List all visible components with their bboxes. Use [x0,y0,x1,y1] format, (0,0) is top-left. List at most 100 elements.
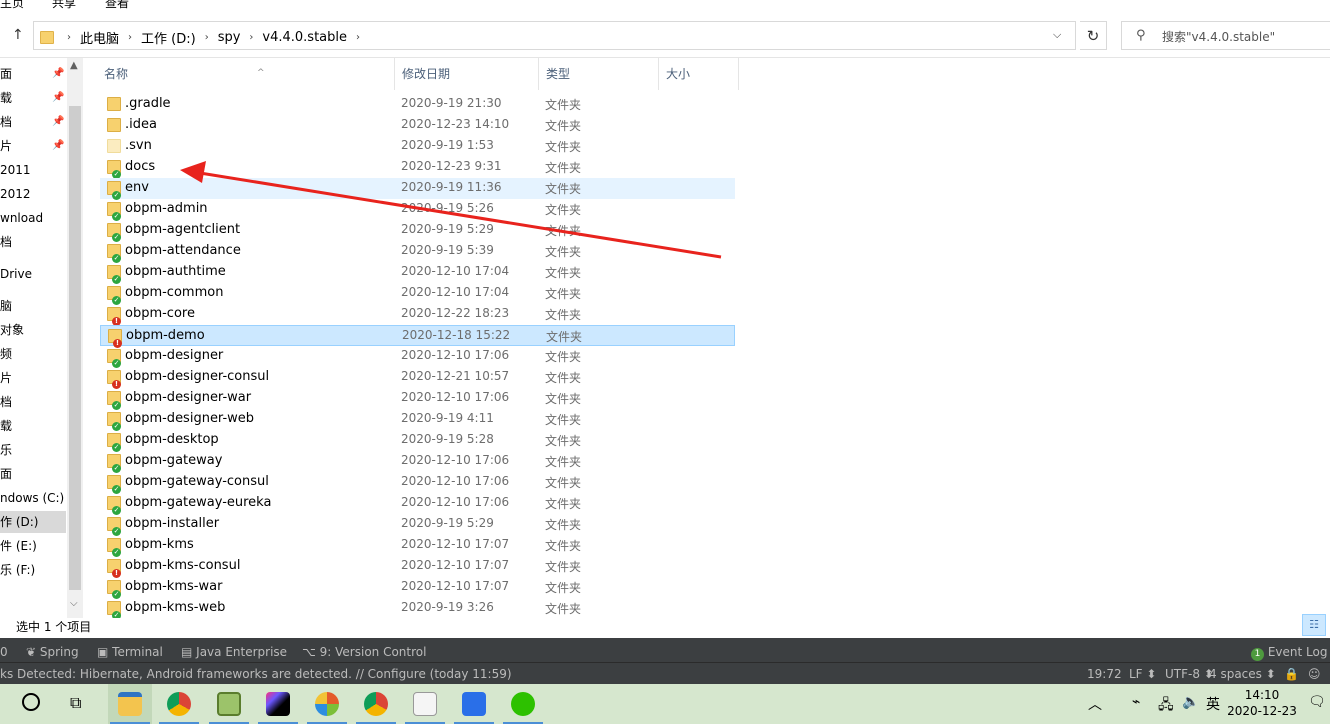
sidebar-item[interactable]: 档 📌 [0,111,66,133]
sidebar-item[interactable]: 面 [0,463,66,485]
file-row[interactable]: ✓ obpm-designer-web 2020-9-19 4:11 文件夹 [100,409,735,431]
show-hidden-icons-icon[interactable]: ︿ [1088,694,1102,714]
sidebar-item[interactable]: 作 (D:) [0,511,66,533]
sidebar-scrollbar[interactable]: ▲ ⌵ [67,58,83,618]
column-header-name[interactable]: 名称 ^ [97,58,395,90]
up-arrow-icon[interactable]: ↑ [12,27,24,43]
file-row[interactable]: ✓ obpm-authtime 2020-12-10 17:04 文件夹 [100,262,735,284]
ribbon-tab-home[interactable]: 主页 [0,0,24,11]
chevron-right-icon[interactable]: › [246,32,256,43]
pin-icon[interactable]: 📌 [52,87,64,109]
search-input[interactable]: ⚲ 搜索"v4.4.0.stable" [1121,21,1330,50]
ribbon-tab-view[interactable]: 查看 [105,0,129,11]
chevron-right-icon[interactable]: › [353,32,363,43]
scroll-up-icon[interactable]: ▲ [70,60,78,71]
file-row[interactable]: ✓ obpm-agentclient 2020-9-19 5:29 文件夹 [100,220,735,242]
wechat-icon[interactable] [511,692,535,716]
file-row[interactable]: .svn 2020-9-19 1:53 文件夹 [100,136,735,157]
column-header-date[interactable]: 修改日期 [395,58,539,90]
sidebar-item[interactable]: ndows (C:) [0,487,66,509]
file-encoding[interactable]: UTF-8 ⬍ [1165,667,1214,681]
cortana-icon[interactable] [22,693,40,711]
lock-icon[interactable]: 🔒 [1284,667,1299,681]
clock[interactable]: 14:10 2020-12-23 [1226,687,1298,719]
indent-setting[interactable]: 4 spaces ⬍ [1209,667,1276,681]
breadcrumb-drive-d[interactable]: 工作 (D:) [135,28,202,47]
ide-status-message[interactable]: ks Detected: Hibernate, Android framewor… [0,667,512,681]
file-row[interactable]: ✓ env 2020-9-19 11:36 文件夹 [100,178,735,200]
notepad-plus-icon[interactable] [217,692,241,716]
scroll-down-icon[interactable]: ⌵ [70,598,78,609]
sidebar-item[interactable]: 载 📌 [0,87,66,109]
line-separator[interactable]: LF ⬍ [1129,667,1156,681]
file-row[interactable]: ✓ obpm-gateway-consul 2020-12-10 17:06 文件夹 [100,472,735,494]
intellij-idea-icon[interactable] [266,692,290,716]
sidebar-item[interactable]: 面 📌 [0,63,66,85]
breadcrumb-this-pc[interactable]: 此电脑 [74,28,125,47]
face-icon[interactable]: ☺ [1308,667,1321,681]
chevron-down-icon[interactable]: ⌵ [1053,28,1061,42]
sidebar-item[interactable]: 片 📌 [0,135,66,157]
file-row[interactable]: ! obpm-demo 2020-12-18 15:22 文件夹 [100,325,735,348]
usb-icon[interactable]: ⌁ [1132,694,1140,710]
pin-icon[interactable]: 📌 [52,63,64,85]
breadcrumb-spy[interactable]: spy [212,30,247,45]
file-row[interactable]: ✓ obpm-admin 2020-9-19 5:26 文件夹 [100,199,735,221]
column-header-type[interactable]: 类型 [539,58,659,90]
file-row[interactable]: ✓ obpm-kms-web 2020-9-19 3:26 文件夹 [100,598,735,618]
chevron-right-icon[interactable]: › [202,32,212,43]
caret-position[interactable]: 19:72 [1087,667,1122,681]
ribbon-tab-share[interactable]: 共享 [52,0,76,11]
ide-tab-todo[interactable]: 0 [0,645,8,659]
sidebar-item[interactable]: 件 (E:) [0,535,66,557]
ide-tab-event-log[interactable]: 1 Event Log [1251,645,1327,661]
ide-tab-terminal[interactable]: ▣ Terminal [97,645,163,659]
file-row[interactable]: ✓ obpm-designer 2020-12-10 17:06 文件夹 [100,346,735,368]
file-row[interactable]: ✓ docs 2020-12-23 9:31 文件夹 [100,157,735,179]
chrome-icon-2[interactable] [364,692,388,716]
sidebar-item[interactable]: 2012 [0,183,66,205]
chrome-icon[interactable] [167,692,191,716]
java-icon[interactable] [413,692,437,716]
file-row[interactable]: ✓ obpm-gateway 2020-12-10 17:06 文件夹 [100,451,735,473]
network-icon[interactable]: 🖧 [1158,694,1174,718]
file-row[interactable]: ! obpm-core 2020-12-22 18:23 文件夹 [100,304,735,326]
refresh-button[interactable]: ↻ [1080,21,1107,50]
file-row[interactable]: ✓ obpm-gateway-eureka 2020-12-10 17:06 文件夹 [100,493,735,515]
ide-tab-java-enterprise[interactable]: ▤ Java Enterprise [181,645,287,659]
file-explorer-icon[interactable] [118,692,142,716]
sidebar-item[interactable]: 频 [0,343,66,365]
pin-icon[interactable]: 📌 [52,135,64,157]
notification-icon[interactable]: 🗨 [1308,694,1326,710]
tortoise-icon[interactable] [315,692,339,716]
sidebar-item[interactable]: Drive [0,263,66,285]
sidebar-item[interactable]: wnload [0,207,66,229]
wps-office-icon[interactable] [462,692,486,716]
chevron-right-icon[interactable]: › [64,32,74,43]
sidebar-item[interactable]: 档 [0,231,66,253]
file-row[interactable]: ! obpm-kms-consul 2020-12-10 17:07 文件夹 [100,556,735,578]
sidebar-item[interactable]: 脑 [0,295,66,317]
chevron-right-icon[interactable]: › [125,32,135,43]
task-view-icon[interactable]: ⧉ [70,693,81,713]
sidebar-item[interactable]: 乐 [0,439,66,461]
file-row[interactable]: .gradle 2020-9-19 21:30 文件夹 [100,94,735,115]
ime-indicator[interactable]: 英 [1206,694,1220,714]
sidebar-item[interactable]: 片 [0,367,66,389]
scrollbar-thumb[interactable] [69,106,81,590]
sidebar-item[interactable]: 对象 [0,319,66,341]
file-row[interactable]: ✓ obpm-designer-war 2020-12-10 17:06 文件夹 [100,388,735,410]
file-row[interactable]: ! obpm-designer-consul 2020-12-21 10:57 文件夹 [100,367,735,389]
column-header-size[interactable]: 大小 [659,58,739,90]
details-view-button[interactable]: ☷ [1302,614,1326,636]
pin-icon[interactable]: 📌 [52,111,64,133]
file-row[interactable]: ✓ obpm-attendance 2020-9-19 5:39 文件夹 [100,241,735,263]
breadcrumb-current[interactable]: v4.4.0.stable [256,30,353,45]
sidebar-item[interactable]: 载 [0,415,66,437]
file-row[interactable]: ✓ obpm-common 2020-12-10 17:04 文件夹 [100,283,735,305]
file-row[interactable]: ✓ obpm-desktop 2020-9-19 5:28 文件夹 [100,430,735,452]
file-row[interactable]: .idea 2020-12-23 14:10 文件夹 [100,115,735,136]
volume-muted-icon[interactable]: 🔈 [1182,694,1199,710]
file-row[interactable]: ✓ obpm-kms-war 2020-12-10 17:07 文件夹 [100,577,735,599]
ide-tab-version-control[interactable]: ⌥ 9: Version Control [302,645,426,659]
